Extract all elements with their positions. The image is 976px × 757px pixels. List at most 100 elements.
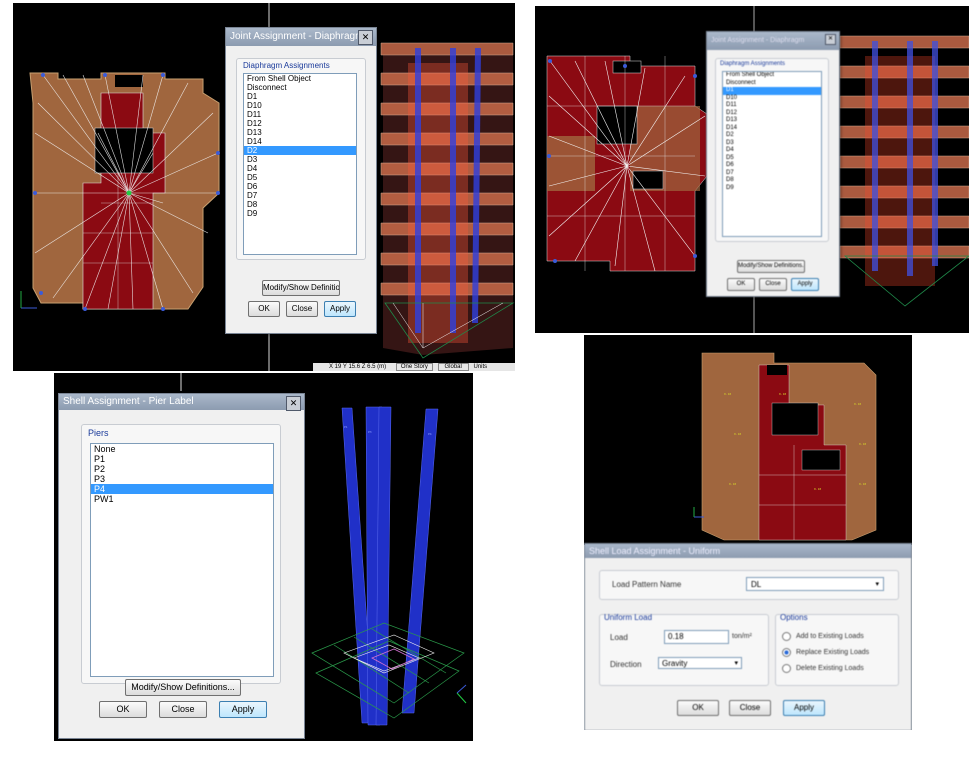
list-item[interactable]: P1 — [91, 454, 273, 464]
close-icon[interactable]: ✕ — [358, 30, 373, 45]
list-item[interactable]: From Shell Object — [723, 72, 821, 80]
load-value-input[interactable]: 0.18 — [664, 630, 729, 644]
list-item[interactable]: D14 — [723, 125, 821, 133]
svg-text:P1: P1 — [344, 425, 348, 429]
load-pattern-label: Load Pattern Name — [612, 580, 682, 589]
list-item[interactable]: D2 — [723, 132, 821, 140]
radio-icon — [782, 663, 791, 673]
direction-label: Direction — [610, 660, 642, 669]
diaphragm-assignments-group: Diaphragm Assignments From Shell Object D… — [715, 58, 829, 242]
option-radio[interactable]: Delete Existing Loads — [782, 661, 896, 677]
list-item[interactable]: D13 — [244, 128, 356, 137]
ok-button[interactable]: OK — [727, 278, 755, 291]
option-radio[interactable]: Add to Existing Loads — [782, 629, 896, 645]
list-item[interactable]: PW1 — [91, 494, 273, 504]
apply-button[interactable]: Apply — [783, 700, 825, 716]
option-radio[interactable]: Replace Existing Loads — [782, 645, 896, 661]
diaphragm-assignments-group: Diaphragm Assignments From Shell Object D… — [236, 58, 366, 260]
list-item[interactable]: D4 — [723, 147, 821, 155]
svg-text:P3: P3 — [368, 430, 372, 434]
group-label: Diaphragm Assignments — [243, 61, 330, 70]
list-item[interactable]: P3 — [91, 474, 273, 484]
apply-button[interactable]: Apply — [791, 278, 819, 291]
close-button[interactable]: Close — [729, 700, 771, 716]
chevron-down-icon: ▾ — [734, 660, 738, 667]
options-group: Options Add to Existing Loads Replace Exi… — [775, 613, 899, 686]
load-pattern-dropdown[interactable]: DL ▾ — [746, 577, 884, 591]
list-item[interactable]: D9 — [244, 209, 356, 218]
list-item[interactable]: D13 — [723, 117, 821, 125]
svg-text:0.18: 0.18 — [729, 482, 736, 486]
svg-text:0.18: 0.18 — [734, 432, 741, 436]
list-item[interactable]: D8 — [244, 200, 356, 209]
piers-group: Piers None P1 P2 P3 P4 PW1 — [81, 424, 281, 684]
modify-show-definitions-button[interactable]: Modify/Show Definitions... — [125, 679, 241, 696]
status-view-dropdown[interactable]: One Story — [395, 363, 433, 371]
list-item[interactable]: D3 — [723, 140, 821, 148]
svg-text:0.18: 0.18 — [859, 482, 866, 486]
diaphragm-list[interactable]: From Shell Object Disconnect D1 D10 D11 D12 D1… — [722, 71, 822, 237]
radio-icon — [782, 631, 791, 641]
apply-button[interactable]: Apply — [219, 701, 267, 718]
list-item[interactable]: D6 — [244, 182, 356, 191]
ok-button[interactable]: OK — [248, 301, 280, 317]
list-item[interactable]: D12 — [723, 110, 821, 118]
diaphragm-list[interactable]: From Shell Object Disconnect D1 D10 D11 D12 D1… — [243, 73, 357, 255]
modify-show-definitions-button[interactable]: Modify/Show Definitions... — [262, 280, 340, 296]
option-label: Add to Existing Loads — [796, 633, 864, 640]
list-item[interactable]: D12 — [244, 119, 356, 128]
option-label: Delete Existing Loads — [796, 665, 864, 672]
list-item[interactable]: D11 — [244, 110, 356, 119]
radio-icon — [782, 647, 791, 657]
ok-button[interactable]: OK — [99, 701, 147, 718]
modify-show-definitions-button[interactable]: Modify/Show Definitions... — [737, 260, 805, 273]
uniform-load-label: Uniform Load — [604, 613, 653, 622]
list-item[interactable]: D8 — [723, 177, 821, 185]
list-item[interactable]: None — [91, 444, 273, 454]
list-item[interactable]: D1 — [244, 92, 356, 101]
status-bar: X 19 Y 15.6 Z 6.5 (m) One Story Global U… — [313, 363, 515, 371]
status-system-dropdown[interactable]: Global — [437, 363, 469, 371]
list-item[interactable]: D4 — [244, 164, 356, 173]
direction-dropdown[interactable]: Gravity ▾ — [658, 657, 742, 669]
load-plan-view: 0.18 0.18 0.18 0.18 0.18 0.18 0.18 0.18 — [584, 335, 912, 545]
dialog-title: Shell Assignment - Pier Label — [59, 394, 304, 410]
dialog-title: Joint Assignment - Diaphragm — [226, 28, 376, 46]
list-item[interactable]: D14 — [244, 137, 356, 146]
list-item[interactable]: D9 — [723, 185, 821, 193]
dialog-title: Joint Assignment - Diaphragm — [707, 32, 839, 50]
apply-button[interactable]: Apply — [324, 301, 356, 317]
svg-text:0.18: 0.18 — [724, 392, 731, 396]
svg-text:0.18: 0.18 — [859, 442, 866, 446]
list-item[interactable]: D10 — [723, 95, 821, 103]
ok-button[interactable]: OK — [677, 700, 719, 716]
close-icon[interactable]: ✕ — [286, 396, 301, 411]
list-item[interactable]: D11 — [723, 102, 821, 110]
list-item[interactable]: P4 — [91, 484, 273, 494]
load-pattern-group: Load Pattern Name DL ▾ — [599, 570, 899, 600]
load-units: ton/m² — [732, 633, 752, 640]
close-button[interactable]: Close — [286, 301, 318, 317]
svg-text:P4: P4 — [428, 432, 432, 436]
list-item[interactable]: D5 — [244, 173, 356, 182]
status-units[interactable]: Units — [474, 364, 488, 370]
list-item[interactable]: D7 — [723, 170, 821, 178]
piers-list[interactable]: None P1 P2 P3 P4 PW1 — [90, 443, 274, 677]
list-item[interactable]: P2 — [91, 464, 273, 474]
list-item[interactable]: From Shell Object — [244, 74, 356, 83]
list-item[interactable]: D10 — [244, 101, 356, 110]
list-item[interactable]: D3 — [244, 155, 356, 164]
list-item[interactable]: D1 — [723, 87, 821, 95]
list-item[interactable]: D5 — [723, 155, 821, 163]
close-button[interactable]: Close — [759, 278, 787, 291]
options-label: Options — [780, 613, 808, 622]
list-item[interactable]: Disconnect — [723, 80, 821, 88]
close-icon[interactable]: ✕ — [825, 34, 836, 45]
chevron-down-icon: ▾ — [875, 581, 879, 588]
list-item[interactable]: Disconnect — [244, 83, 356, 92]
list-item[interactable]: D7 — [244, 191, 356, 200]
option-label: Replace Existing Loads — [796, 649, 870, 656]
list-item[interactable]: D2 — [244, 146, 356, 155]
list-item[interactable]: D6 — [723, 162, 821, 170]
close-button[interactable]: Close — [159, 701, 207, 718]
